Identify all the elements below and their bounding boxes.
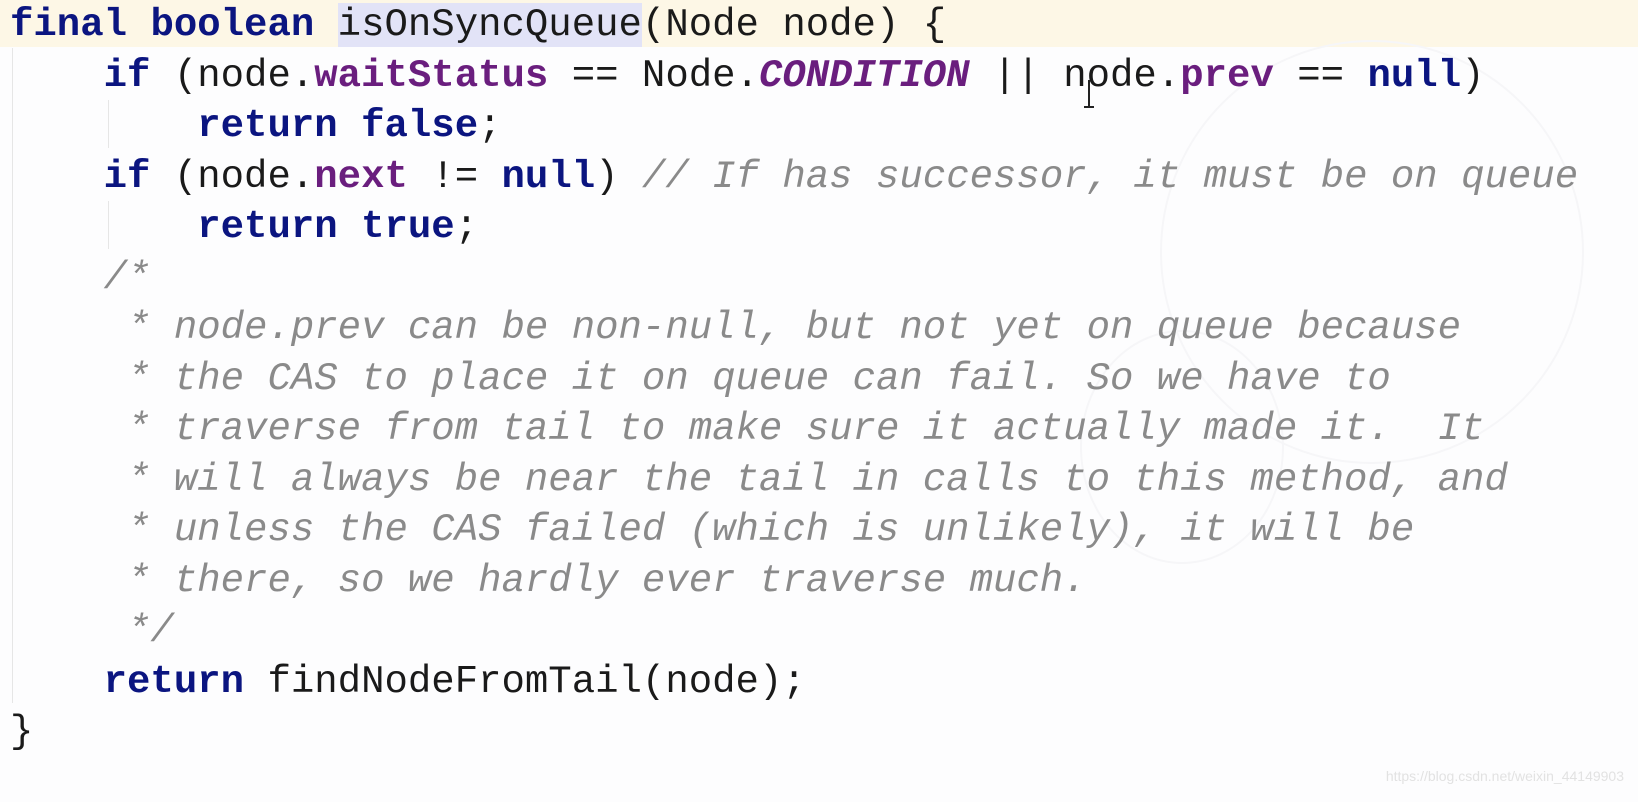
field-token: waitStatus <box>314 53 549 98</box>
code-line[interactable]: * node.prev can be non-null, but not yet… <box>10 303 1461 353</box>
keyword-token: final <box>10 3 128 47</box>
comment-token: * unless the CAS failed (which is unlike… <box>127 508 1415 552</box>
code-token: (node. <box>150 53 315 98</box>
keyword-token: null <box>501 154 596 199</box>
code-line[interactable]: * unless the CAS failed (which is unlike… <box>10 505 1414 555</box>
code-token: ; <box>478 104 502 148</box>
field-token: prev <box>1180 53 1274 98</box>
code-editor[interactable]: final boolean isOnSyncQueue(Node node) {… <box>0 0 1638 802</box>
code-line[interactable]: return findNodeFromTail(node); <box>10 657 806 707</box>
code-line[interactable]: * traverse from tail to make sure it act… <box>10 404 1484 454</box>
code-token: } <box>10 710 34 754</box>
code-line[interactable]: */ <box>10 606 174 656</box>
method-name-token: isOnSyncQueue <box>337 3 642 47</box>
comment-token: * the CAS to place it on queue can fail.… <box>127 356 1391 401</box>
code-line[interactable]: * there, so we hardly ever traverse much… <box>10 556 1087 606</box>
keyword-token: true <box>361 205 455 249</box>
code-line[interactable]: return false; <box>10 101 502 151</box>
code-line[interactable]: if (node.next != null) // If has success… <box>10 152 1578 202</box>
keyword-token: boolean <box>150 3 315 47</box>
keyword-token: return <box>197 104 338 148</box>
watermark-url: https://blog.csdn.net/weixin_44149903 <box>1385 768 1624 784</box>
field-token: next <box>314 154 408 199</box>
code-token: == Node. <box>548 53 759 98</box>
comment-token: * traverse from tail to make sure it act… <box>127 407 1485 451</box>
code-token: (node. <box>150 154 315 199</box>
comment-token: // If has successor, it must be on queue <box>641 154 1579 199</box>
comment-token: /* <box>103 255 151 300</box>
keyword-token: return <box>197 205 338 249</box>
code-token: || node. <box>969 53 1181 98</box>
keyword-token: false <box>361 104 479 148</box>
text-ibeam-cursor-icon <box>1084 80 1094 108</box>
keyword-token: if <box>103 53 151 98</box>
code-line[interactable]: * will always be near the tail in calls … <box>10 455 1508 505</box>
comment-token: */ <box>127 609 174 653</box>
code-token: ; <box>454 205 479 249</box>
keyword-token: return <box>103 659 245 704</box>
code-token: ) <box>1461 53 1485 98</box>
constant-token: CONDITION <box>758 53 970 98</box>
code-token: findNodeFromTail(node); <box>244 659 806 704</box>
code-line[interactable]: if (node.waitStatus == Node.CONDITION ||… <box>10 51 1485 101</box>
code-line[interactable]: return true; <box>10 202 478 252</box>
code-line[interactable]: * the CAS to place it on queue can fail.… <box>10 354 1391 404</box>
code-token: == <box>1273 53 1368 98</box>
code-token: != <box>407 154 502 199</box>
keyword-token: if <box>103 154 151 199</box>
comment-token: * will always be near the tail in calls … <box>127 457 1508 502</box>
code-line[interactable]: final boolean isOnSyncQueue(Node node) { <box>10 0 946 50</box>
comment-token: * node.prev can be non-null, but not yet… <box>127 306 1462 350</box>
code-line[interactable]: /* <box>10 253 151 303</box>
comment-token: * there, so we hardly ever traverse much… <box>127 558 1087 603</box>
code-token: (Node node) { <box>641 3 947 47</box>
code-token: ) <box>595 154 642 199</box>
code-line[interactable]: } <box>10 707 33 757</box>
keyword-token: null <box>1367 53 1462 98</box>
